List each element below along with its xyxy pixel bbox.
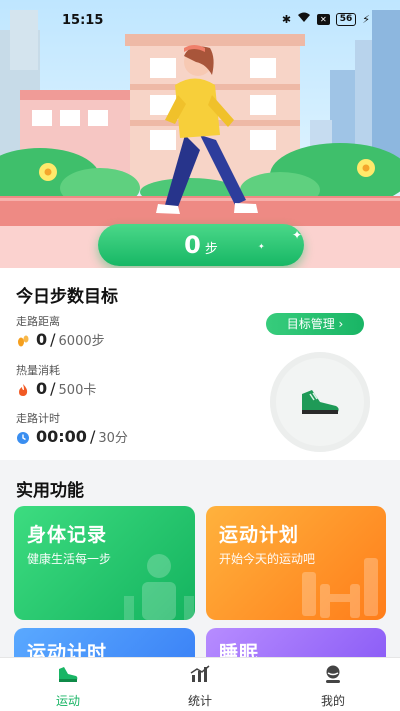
walk-time-label: 走路计时 (16, 412, 60, 425)
body-record-card[interactable]: 身体记录 健康生活每一步 (14, 506, 195, 620)
start-walk-button[interactable] (270, 352, 370, 452)
sneaker-icon (302, 390, 339, 414)
tab-mine[interactable]: 我的 (293, 664, 373, 709)
distance-label: 走路距离 (16, 315, 60, 328)
tab-sport[interactable]: 运动 (28, 664, 108, 709)
tab-sport-label: 运动 (55, 694, 80, 708)
battery-icon: 56 (335, 12, 357, 26)
tab-stats[interactable]: 统计 (160, 664, 240, 709)
body-record-title: 身体记录 (27, 524, 108, 546)
bluetooth-icon: ✱ (281, 12, 292, 26)
tab-stats-label: 统计 (187, 694, 212, 708)
sneaker-icon (59, 667, 78, 682)
wifi-icon (297, 12, 311, 26)
sparkle-icon: ✦ (292, 228, 303, 242)
profile-icon (326, 665, 340, 683)
goal-title: 今日步数目标 (16, 287, 118, 307)
clock-icon (16, 430, 30, 444)
status-time: 15:15 (62, 13, 104, 28)
body-record-subtitle: 健康生活每一步 (27, 552, 112, 566)
tools-section-title: 实用功能 (16, 481, 84, 501)
calories-value: 0 / 500卡 (16, 379, 96, 398)
sport-plan-card[interactable]: 运动计划 开始今天的运动吧 (206, 506, 386, 620)
sport-plan-title: 运动计划 (219, 524, 300, 546)
footprint-icon (16, 333, 30, 347)
walk-time-value: 00:00 / 30分 (16, 427, 128, 446)
sim-icon: ✕ (317, 13, 330, 25)
sparkle-icon: ✦ (258, 242, 265, 251)
flame-icon (16, 382, 30, 396)
steps-unit: 步 (204, 241, 218, 257)
steps-value: 0 (184, 231, 201, 259)
calories-label: 热量消耗 (16, 364, 60, 377)
charging-icon: ⚡ (362, 12, 370, 26)
status-bar: 15:15 ✱ ✕ 56 ⚡ (0, 0, 400, 40)
bottom-tab-bar: 运动 统计 我的 (0, 657, 400, 711)
hero-banner: 15:15 ✱ ✕ 56 ⚡ ✦ ✦ 0 步 (0, 0, 400, 268)
steps-counter[interactable]: 0 步 (98, 224, 304, 266)
stats-icon (190, 665, 210, 682)
sport-plan-subtitle: 开始今天的运动吧 (219, 552, 316, 566)
goal-manage-button[interactable]: 目标管理 › (266, 313, 364, 335)
daily-goal-card: 今日步数目标 目标管理 › 走路距离 0 / 6000步 热量消耗 0 / 50… (0, 268, 400, 460)
distance-value: 0 / 6000步 (16, 330, 105, 349)
tab-mine-label: 我的 (320, 694, 345, 708)
